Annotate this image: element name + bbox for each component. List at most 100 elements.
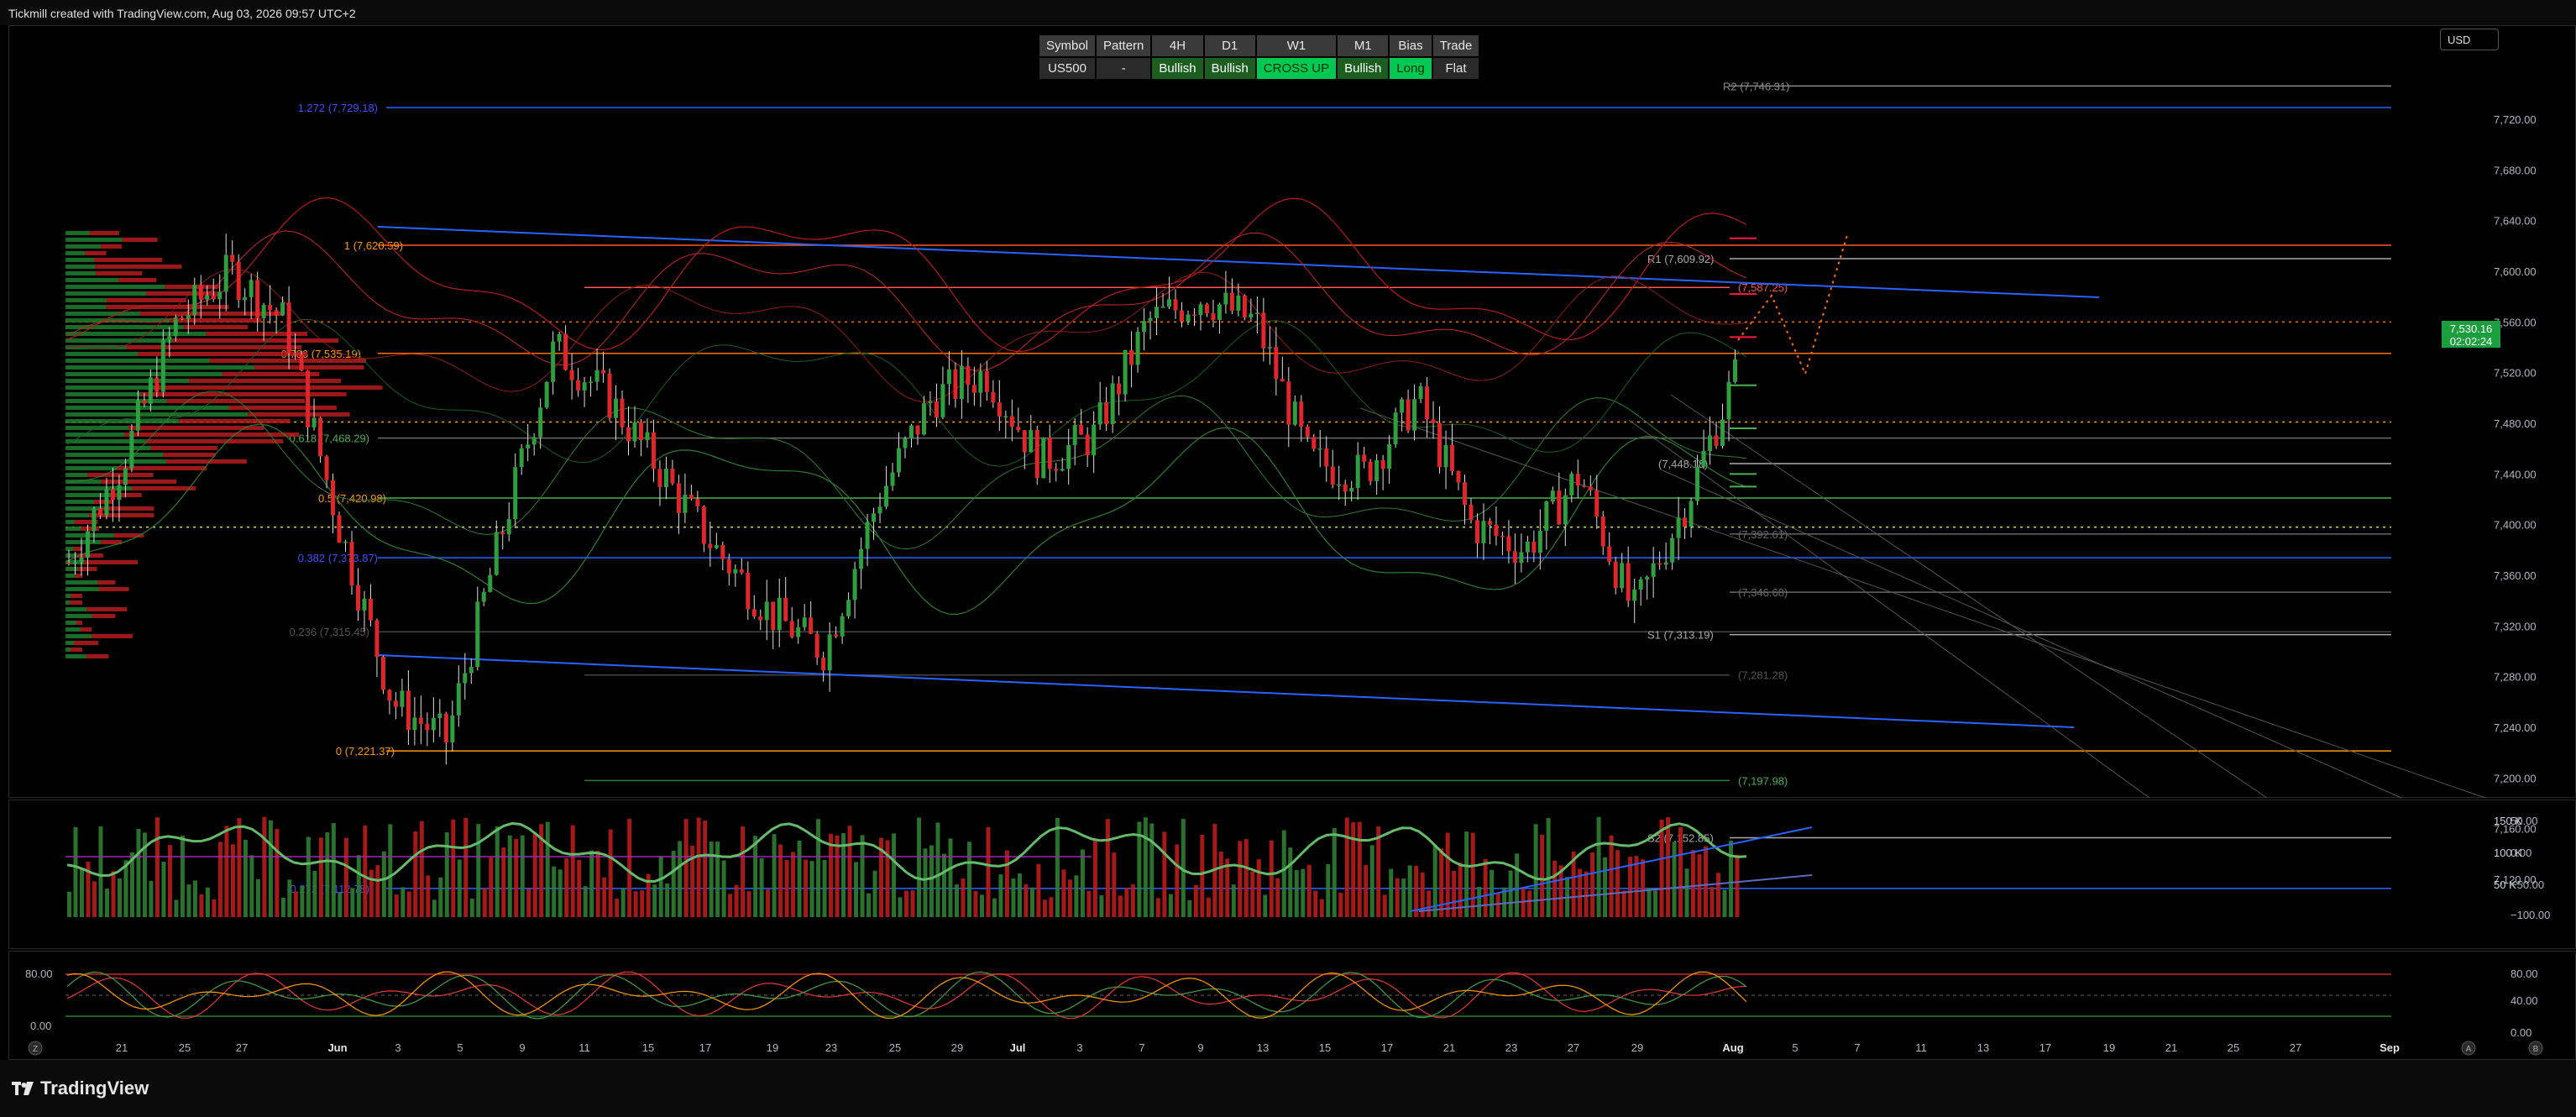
table-header-trade: Trade	[1432, 35, 1479, 56]
volume-profile-bar	[80, 627, 92, 632]
candle-body	[406, 690, 411, 731]
candle-body	[1355, 454, 1360, 488]
candle-body	[1041, 438, 1046, 479]
volume-bar	[860, 835, 865, 917]
price-axis-label: 7,520.00	[2494, 367, 2537, 380]
lower-trendline[interactable]	[377, 654, 2075, 728]
time-axis-label: 27	[2290, 1041, 2301, 1054]
volume-profile-bar	[128, 426, 264, 430]
level-label: 1.272 (7,729.18)	[298, 102, 378, 114]
candle-body	[1714, 435, 1719, 446]
volume-bar	[703, 821, 708, 917]
volume-profile-bar	[87, 473, 154, 477]
chart-canvas[interactable]: 7,720.007,680.007,640.007,600.007,560.00…	[0, 0, 2576, 1117]
volume-bar	[123, 860, 128, 917]
candle-body	[500, 532, 505, 535]
volume-bar	[343, 837, 348, 917]
volume-profile-bar	[65, 305, 107, 309]
volume-bar	[255, 878, 260, 917]
stoch-axis-right: 40.00	[2511, 994, 2538, 1007]
volume-bar	[683, 819, 689, 917]
volume-bar	[1666, 817, 1671, 917]
volume-bar	[268, 820, 273, 917]
volume-profile-bar	[146, 291, 217, 296]
volume-bar	[318, 837, 323, 917]
candle-body	[1575, 474, 1580, 486]
volume-bar	[1130, 884, 1135, 917]
volume-bar	[1621, 890, 1626, 917]
time-axis-label: 7	[1139, 1041, 1144, 1054]
volume-bar	[432, 899, 437, 917]
volume-profile-bar	[65, 251, 86, 255]
volume-bar	[558, 869, 563, 917]
candle-body	[714, 545, 719, 548]
volume-profile-bar	[209, 359, 367, 363]
volume-bar	[1508, 870, 1513, 917]
volume-profile-bar	[65, 433, 125, 437]
candle-body	[431, 718, 436, 731]
candle-body	[1236, 295, 1241, 311]
candle-body	[915, 425, 920, 435]
volume-bar	[300, 885, 305, 917]
signal-table: Symbol Pattern 4H D1 W1 M1 Bias Trade US…	[1038, 34, 1480, 81]
volume-bar	[67, 891, 71, 917]
candle-body	[1557, 490, 1562, 525]
volume-profile-bar	[65, 285, 165, 289]
volume-profile-bar	[65, 500, 95, 504]
volume-profile-bar	[65, 372, 223, 376]
candle-body	[1022, 430, 1027, 453]
volume-profile-bar	[65, 453, 164, 457]
bar-countdown: 02:02:24	[2449, 335, 2493, 348]
currency-selector[interactable]: USD	[2440, 29, 2499, 50]
candle-body	[701, 506, 706, 544]
volume-profile-bar	[65, 634, 92, 638]
volume-bar	[325, 832, 330, 917]
candle-body	[1135, 332, 1140, 365]
stoch-axis-left: 0.00	[30, 1020, 51, 1032]
candle-body	[884, 485, 889, 507]
candle-body	[72, 562, 77, 564]
tradingview-logo[interactable]: TradingView	[12, 1078, 149, 1099]
candle-body	[412, 717, 417, 731]
volume-bar	[167, 845, 172, 917]
volume-bar	[954, 884, 959, 917]
table-cell-symbol: US500	[1039, 58, 1096, 79]
candle-body	[1110, 383, 1115, 425]
candle-body	[104, 489, 109, 516]
candle-body	[1632, 589, 1637, 601]
candle-body	[443, 713, 448, 742]
volume-bar	[331, 823, 336, 917]
candle-body	[450, 715, 455, 742]
volume-profile-bar	[65, 648, 71, 652]
volume-bar	[797, 840, 802, 917]
volume-bar	[413, 831, 418, 917]
volume-bar	[633, 891, 638, 917]
volume-profile-bar	[65, 600, 71, 605]
projection-line	[1628, 419, 2150, 799]
time-axis-label: 5	[1792, 1041, 1798, 1054]
volume-bar	[867, 893, 872, 917]
volume-bar	[784, 860, 789, 917]
volume-bar	[388, 824, 393, 917]
candle-body	[1380, 459, 1385, 469]
volume-bar	[1187, 899, 1192, 917]
candle-body	[834, 634, 839, 637]
volume-profile-bar	[189, 379, 342, 383]
candle-body	[1412, 399, 1417, 431]
volume-bar	[973, 890, 978, 917]
candle-body	[739, 569, 744, 573]
candle-body	[217, 291, 223, 300]
candle-body	[1726, 381, 1731, 420]
footer-bar	[0, 1060, 2576, 1117]
stoch-axis-right: 80.00	[2511, 968, 2538, 980]
volume-bar	[293, 891, 298, 917]
candle-body	[683, 495, 688, 513]
volume-bar	[501, 847, 506, 917]
volume-bar	[1055, 817, 1060, 917]
candle-body	[563, 333, 568, 370]
volume-bar	[986, 826, 991, 917]
level-label: R2 (7,746.31)	[1723, 80, 1790, 92]
volume-bar	[92, 881, 97, 917]
candle-body	[205, 295, 210, 300]
candle-body	[1160, 307, 1165, 308]
